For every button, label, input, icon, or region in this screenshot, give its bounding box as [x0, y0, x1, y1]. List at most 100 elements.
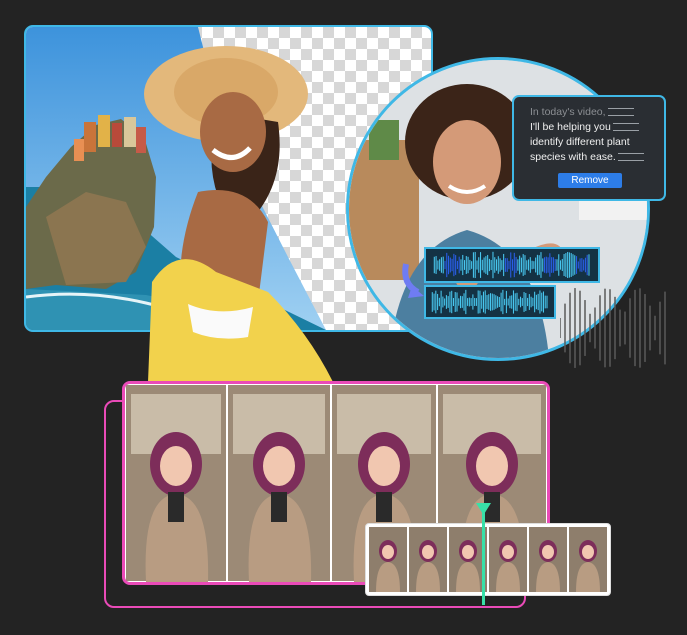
- wave-bar: [526, 260, 528, 270]
- timeline-thumbnail: [369, 527, 407, 592]
- wave-bar: [481, 259, 483, 271]
- wave-bar: [542, 258, 544, 272]
- transcript-line: I'll be helping you: [530, 120, 654, 135]
- wave-bar: [552, 257, 554, 273]
- wave-bar: [558, 254, 560, 276]
- wave-bar: [485, 256, 487, 274]
- wave-bar: [494, 257, 496, 273]
- wave-bar: [584, 257, 586, 273]
- wave-bar: [549, 253, 551, 277]
- wave-bar: [442, 256, 444, 274]
- wave-bar: [456, 260, 458, 270]
- wave-bar: [490, 259, 492, 271]
- wave-bar: [503, 253, 505, 277]
- wave-bar: [577, 261, 579, 269]
- wave-bar: [544, 257, 546, 273]
- wave-bar: [440, 290, 442, 314]
- wave-bar: [475, 298, 477, 306]
- wave-bar: [480, 252, 482, 278]
- wave-bar: [447, 296, 449, 308]
- wave-bar: [501, 260, 503, 270]
- wave-bar: [521, 298, 523, 306]
- wave-bar: [472, 252, 474, 278]
- wave-bar: [451, 258, 453, 272]
- wave-bar: [479, 290, 481, 314]
- playhead-handle-icon[interactable]: [476, 503, 491, 515]
- wave-bar: [472, 294, 474, 310]
- wave-bar: [527, 297, 529, 307]
- wave-bar: [535, 257, 537, 273]
- wave-bar: [538, 255, 540, 275]
- anime-frame: [125, 384, 228, 582]
- wave-bar: [488, 294, 490, 310]
- wave-bar: [490, 293, 492, 311]
- wave-bar: [495, 295, 497, 309]
- wave-bar: [507, 298, 509, 306]
- transcript-line: species with ease.: [530, 150, 654, 165]
- woman-in-sun-hat: [144, 46, 333, 382]
- wave-bar: [515, 256, 517, 274]
- wave-bar: [476, 260, 478, 270]
- wave-bar: [481, 295, 483, 309]
- wave-bar: [460, 259, 462, 271]
- wave-bar: [433, 293, 435, 311]
- wave-bar: [452, 297, 454, 307]
- wave-bar: [574, 255, 576, 275]
- wave-bar: [542, 291, 544, 313]
- wave-bar: [568, 252, 570, 278]
- wave-bar: [442, 296, 444, 308]
- wave-bar: [536, 254, 538, 276]
- wave-bar: [581, 258, 583, 272]
- wave-bar: [561, 258, 563, 272]
- wave-bar: [456, 292, 458, 312]
- wave-bar: [444, 260, 446, 270]
- remove-button[interactable]: Remove: [558, 173, 622, 188]
- wave-bar: [467, 298, 469, 306]
- wave-bar: [433, 256, 435, 274]
- wave-bar: [431, 292, 433, 312]
- wave-bar: [588, 254, 590, 276]
- wave-bar: [509, 295, 511, 309]
- wave-bar: [483, 257, 485, 273]
- wave-bar: [512, 290, 514, 314]
- wave-bar: [474, 297, 476, 307]
- wave-bar: [514, 293, 516, 311]
- wave-bar: [491, 293, 493, 311]
- timeline-thumbnail: [529, 527, 567, 592]
- wave-bar: [546, 295, 548, 309]
- wave-bar: [512, 259, 514, 271]
- wave-bar: [493, 294, 495, 310]
- wave-bar: [532, 297, 534, 307]
- wave-bar: [513, 252, 515, 278]
- wave-bar: [572, 254, 574, 276]
- wave-bar: [438, 297, 440, 307]
- wave-bar: [508, 260, 510, 270]
- wave-bar: [505, 290, 507, 314]
- frame-timeline[interactable]: [365, 523, 611, 596]
- wave-bar: [451, 290, 453, 314]
- wave-bar: [492, 251, 494, 279]
- wave-bar: [463, 293, 465, 311]
- wave-bar: [445, 295, 447, 309]
- decorative-soundwave: [560, 288, 666, 368]
- wave-bar: [528, 294, 530, 310]
- wave-bar: [520, 257, 522, 273]
- wave-bar: [506, 258, 508, 272]
- wave-bar: [540, 252, 542, 278]
- wave-bar: [465, 256, 467, 274]
- wave-bar: [511, 295, 513, 309]
- wave-bar: [449, 257, 451, 273]
- wave-bar: [519, 255, 521, 275]
- timeline-thumbnails: [369, 527, 607, 592]
- wave-bar: [529, 257, 531, 273]
- playhead[interactable]: [482, 503, 485, 605]
- wave-bar: [437, 260, 439, 270]
- filler-strike: [607, 108, 634, 117]
- wave-bar: [556, 259, 558, 271]
- wave-bar: [464, 260, 466, 270]
- wave-bar: [458, 298, 460, 306]
- wave-bar: [565, 253, 567, 277]
- transcript-line: identify different plant: [530, 136, 630, 148]
- wave-bar: [576, 256, 578, 274]
- wave-bar: [469, 259, 471, 271]
